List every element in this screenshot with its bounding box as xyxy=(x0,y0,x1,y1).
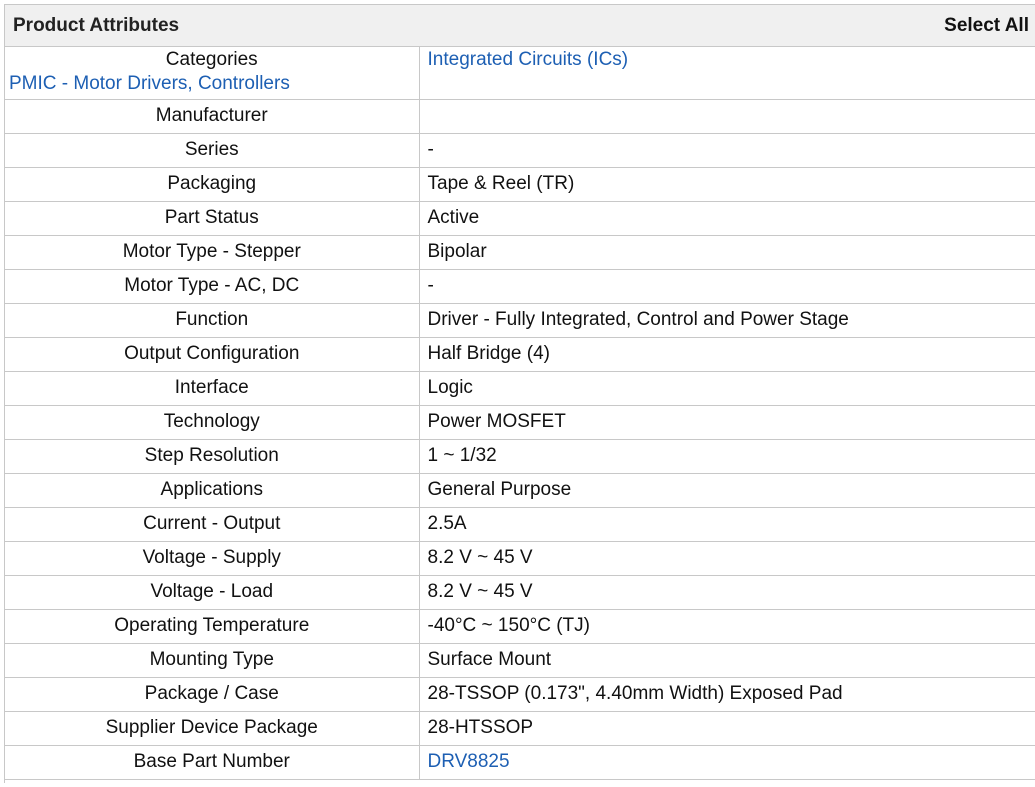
attribute-value: 28-TSSOP (0.173", 4.40mm Width) Exposed … xyxy=(419,677,1035,712)
attribute-label: Motor Type - AC, DC xyxy=(5,269,420,304)
attribute-value: -40°C ~ 150°C (TJ) xyxy=(419,609,1035,644)
attribute-value: Driver - Fully Integrated, Control and P… xyxy=(419,303,1035,338)
attribute-label: Voltage - Load xyxy=(5,575,420,610)
attribute-label: Interface xyxy=(5,371,420,406)
attribute-value: Tape & Reel (TR) xyxy=(419,167,1035,202)
attribute-label: Supplier Device Package xyxy=(5,711,420,746)
table-row: Package / Case 28-TSSOP (0.173", 4.40mm W… xyxy=(5,677,1035,712)
attribute-value: Active xyxy=(419,201,1035,236)
row-value-cell: Integrated Circuits (ICs) xyxy=(419,47,1035,100)
attribute-label: Voltage - Supply xyxy=(5,541,420,576)
table-row: Interface Logic xyxy=(5,371,1035,406)
attribute-value: 8.2 V ~ 45 V xyxy=(419,575,1035,610)
category-link[interactable]: Integrated Circuits (ICs) xyxy=(428,49,629,70)
attribute-value: General Purpose xyxy=(419,473,1035,508)
table-row-categories: Categories PMIC - Motor Drivers, Control… xyxy=(5,47,1035,100)
table-row: Supplier Device Package 28-HTSSOP xyxy=(5,711,1035,746)
row-label-cell: Categories PMIC - Motor Drivers, Control… xyxy=(5,47,420,100)
attribute-label: Function xyxy=(5,303,420,338)
attribute-label: Base Part Number xyxy=(5,745,420,780)
attribute-label: Series xyxy=(5,133,420,168)
attribute-label: Motor Type - Stepper xyxy=(5,235,420,270)
table-row: Motor Type - AC, DC - xyxy=(5,269,1035,304)
attribute-value: Surface Mount xyxy=(419,643,1035,678)
panel-title: Product Attributes xyxy=(13,14,180,36)
table-row: Voltage - Supply 8.2 V ~ 45 V xyxy=(5,541,1035,576)
table-row: Step Resolution 1 ~ 1/32 xyxy=(5,439,1035,474)
attribute-label: Applications xyxy=(5,473,420,508)
table-row: Technology Power MOSFET xyxy=(5,405,1035,440)
attribute-label: Package / Case xyxy=(5,677,420,712)
attribute-value: Logic xyxy=(419,371,1035,406)
attribute-value: Bipolar xyxy=(419,235,1035,270)
attribute-label: Packaging xyxy=(5,167,420,202)
table-row: Current - Output 2.5A xyxy=(5,507,1035,542)
attribute-value: Half Bridge (4) xyxy=(419,337,1035,372)
table-row: Operating Temperature -40°C ~ 150°C (TJ) xyxy=(5,609,1035,644)
table-row: Part Status Active xyxy=(5,201,1035,236)
attribute-label: Manufacturer xyxy=(5,99,420,134)
attribute-label: Part Status xyxy=(5,201,420,236)
attribute-value: 1 ~ 1/32 xyxy=(419,439,1035,474)
table-row: Applications General Purpose xyxy=(5,473,1035,508)
attribute-label: Technology xyxy=(5,405,420,440)
select-all-button[interactable]: Select All xyxy=(944,15,1029,37)
table-row: Output Configuration Half Bridge (4) xyxy=(5,337,1035,372)
attribute-value-cell: DRV8825 xyxy=(419,745,1035,780)
attribute-label: Output Configuration xyxy=(5,337,420,372)
attribute-value: 8.2 V ~ 45 V xyxy=(419,541,1035,576)
attribute-label: Mounting Type xyxy=(5,643,420,678)
table-row: Packaging Tape & Reel (TR) xyxy=(5,167,1035,202)
subcategory-link[interactable]: PMIC - Motor Drivers, Controllers xyxy=(5,71,419,97)
attribute-label: Operating Temperature xyxy=(5,609,420,644)
table-row: Series - xyxy=(5,133,1035,168)
attribute-value: 28-HTSSOP xyxy=(419,711,1035,746)
attribute-value xyxy=(419,99,1035,134)
attribute-value: Power MOSFET xyxy=(419,405,1035,440)
attribute-value: - xyxy=(419,133,1035,168)
table-row: Function Driver - Fully Integrated, Contr… xyxy=(5,303,1035,338)
table-row: Manufacturer xyxy=(5,99,1035,134)
attribute-value: 2.5A xyxy=(419,507,1035,542)
attribute-value: - xyxy=(419,269,1035,304)
product-attributes-panel: Product Attributes Select All Categories… xyxy=(4,4,1035,783)
base-part-number-link[interactable]: DRV8825 xyxy=(428,751,510,772)
attributes-table: Categories PMIC - Motor Drivers, Control… xyxy=(5,47,1035,780)
table-row: Base Part Number DRV8825 xyxy=(5,745,1035,780)
table-row: Voltage - Load 8.2 V ~ 45 V xyxy=(5,575,1035,610)
categories-label: Categories xyxy=(165,49,258,70)
panel-header: Product Attributes Select All xyxy=(5,5,1035,47)
table-row: Motor Type - Stepper Bipolar xyxy=(5,235,1035,270)
attribute-label: Current - Output xyxy=(5,507,420,542)
attribute-label: Step Resolution xyxy=(5,439,420,474)
table-row: Mounting Type Surface Mount xyxy=(5,643,1035,678)
